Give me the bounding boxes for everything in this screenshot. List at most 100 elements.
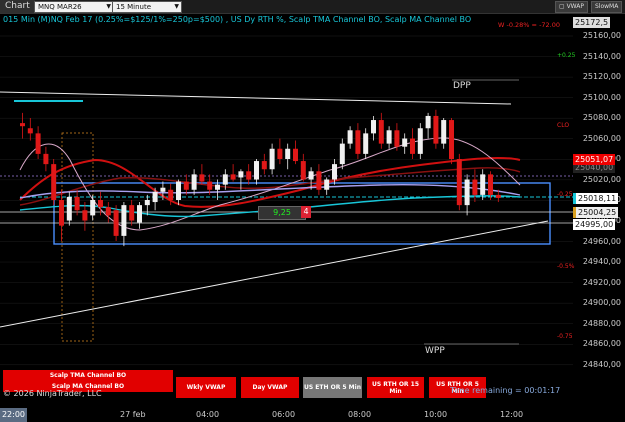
candle-body — [269, 148, 275, 170]
candle-body — [433, 115, 439, 144]
price-axis-label: 25120,00 — [582, 72, 621, 82]
price-chart[interactable] — [0, 13, 625, 410]
candle-body — [441, 120, 447, 144]
price-axis-label: 25060,00 — [582, 133, 621, 143]
wkly-vwap-button[interactable]: Wkly VWAP — [176, 377, 236, 398]
candle-body — [152, 191, 158, 203]
candle-body — [215, 184, 220, 190]
instrument-value: MNQ MAR26 — [38, 3, 82, 11]
candle-body — [90, 200, 96, 216]
upper-trend-line — [0, 91, 512, 105]
slowma-toggle-button[interactable]: SlowMA — [591, 1, 623, 13]
instrument-selector[interactable]: MNQ MAR26 ▼ — [34, 1, 114, 13]
candle-body — [378, 120, 384, 144]
interval-value: 15 Minute — [116, 3, 152, 11]
pct-annotation: +0.25 — [557, 52, 576, 59]
price-axis-label: 24940,00 — [582, 257, 621, 267]
range-size-label: 9,25 — [258, 206, 306, 220]
close-annotation: CLO — [557, 122, 570, 129]
price-grid — [0, 35, 573, 366]
copyright-label: © 2026 NinjaTrader, LLC — [3, 389, 102, 398]
candle-body — [137, 205, 142, 223]
candle-body — [285, 148, 291, 159]
time-axis-label: 04:00 — [196, 410, 220, 419]
candle-body — [293, 148, 298, 162]
candle-body — [386, 130, 392, 144]
candle-body — [394, 130, 400, 147]
candle-body — [355, 130, 361, 154]
candle-body — [20, 123, 25, 127]
scalp-tma-button[interactable]: Scalp TMA Channel BO — [3, 370, 173, 381]
time-axis-label: 10:00 — [424, 410, 448, 419]
candle-body — [82, 210, 88, 221]
pct-annotation: -0.75 — [557, 333, 573, 340]
price-tag-cyan: 25018,11 — [573, 193, 619, 204]
price-axis-label: 24900,00 — [582, 298, 621, 308]
chart-info-label: 015 Min (M)NQ Feb 17 (0.25%=$125/1%=250p… — [3, 15, 472, 24]
candle-body — [402, 138, 408, 147]
time-axis-label: 12:00 — [500, 410, 524, 419]
us-eth-or-button[interactable]: US ETH OR 5 Min — [303, 377, 362, 398]
interval-selector[interactable]: 15 Minute ▼ — [112, 1, 182, 13]
price-tag-top: 25172,5 — [573, 17, 611, 28]
wpp-label: WPP — [425, 346, 445, 356]
candle-body — [246, 171, 252, 180]
price-axis-label: 24860,00 — [582, 339, 621, 349]
weekly-change-label: W -0.28% = -72.00 — [498, 21, 561, 29]
candle-body — [66, 196, 72, 221]
dpp-label: DPP — [453, 81, 471, 91]
candle-body — [277, 148, 283, 159]
candle-body — [230, 174, 236, 180]
candle-body — [339, 143, 345, 165]
vwap-toggle-button[interactable]: ▢ VWAP — [555, 1, 589, 13]
time-axis-label: 06:00 — [272, 410, 296, 419]
chevron-down-icon: ▼ — [106, 3, 111, 10]
lavender-ma-curve — [19, 184, 521, 199]
candle-body — [449, 120, 454, 159]
candle-body — [191, 174, 197, 190]
candle-body — [347, 130, 353, 144]
candle-body — [464, 179, 470, 206]
candle-body — [105, 207, 111, 216]
price-tag-white: 24995,00 — [573, 219, 616, 230]
candle-body — [27, 128, 33, 134]
price-axis-label: 25160,00 — [582, 31, 621, 40]
chevron-down-icon: ▼ — [174, 3, 179, 10]
candle-body — [59, 200, 64, 226]
candle-body — [199, 174, 205, 182]
price-axis-label: 25080,00 — [582, 113, 621, 123]
candle-body — [176, 181, 181, 200]
candle-body — [480, 174, 486, 195]
candle-body — [207, 181, 213, 190]
chart-menu-button[interactable]: Chart — [0, 0, 35, 13]
candle-body — [488, 174, 493, 195]
candle-body — [51, 164, 57, 200]
us-rth-or-15-button[interactable]: US RTH OR 15 Min — [367, 377, 424, 398]
candle-body — [300, 161, 306, 180]
time-axis-label: 27 feb — [120, 410, 146, 419]
price-axis-label: 24960,00 — [582, 236, 621, 246]
last-price-tag: 25051,07 — [573, 154, 616, 165]
range-count-badge: 4 — [301, 206, 311, 218]
candle-body — [222, 174, 228, 185]
time-remaining-label: Time remaining = 00:01:17 — [450, 386, 561, 395]
candle-body — [261, 161, 267, 170]
price-axis-label: 24840,00 — [582, 359, 621, 369]
price-axis-label: 25140,00 — [582, 51, 621, 61]
candlesticks — [20, 109, 501, 247]
price-axis-label: 24920,00 — [582, 277, 621, 287]
candle-body — [113, 210, 119, 236]
toolbar: Chart MNQ MAR26 ▼ 15 Minute ▼ ▢ VWAP Slo… — [0, 0, 625, 14]
time-axis-label: 08:00 — [348, 410, 372, 419]
candle-body — [472, 179, 478, 195]
candle-body — [168, 189, 174, 200]
candle-body — [160, 187, 166, 192]
price-axis-label: 25100,00 — [582, 92, 621, 102]
day-vwap-button[interactable]: Day VWAP — [241, 377, 299, 398]
current-time-tag: 22:00 — [0, 408, 27, 422]
candle-body — [371, 120, 376, 134]
price-axis-label: 25020,00 — [582, 174, 621, 184]
candle-body — [129, 205, 135, 221]
candle-body — [74, 196, 80, 211]
candle-body — [425, 115, 431, 129]
